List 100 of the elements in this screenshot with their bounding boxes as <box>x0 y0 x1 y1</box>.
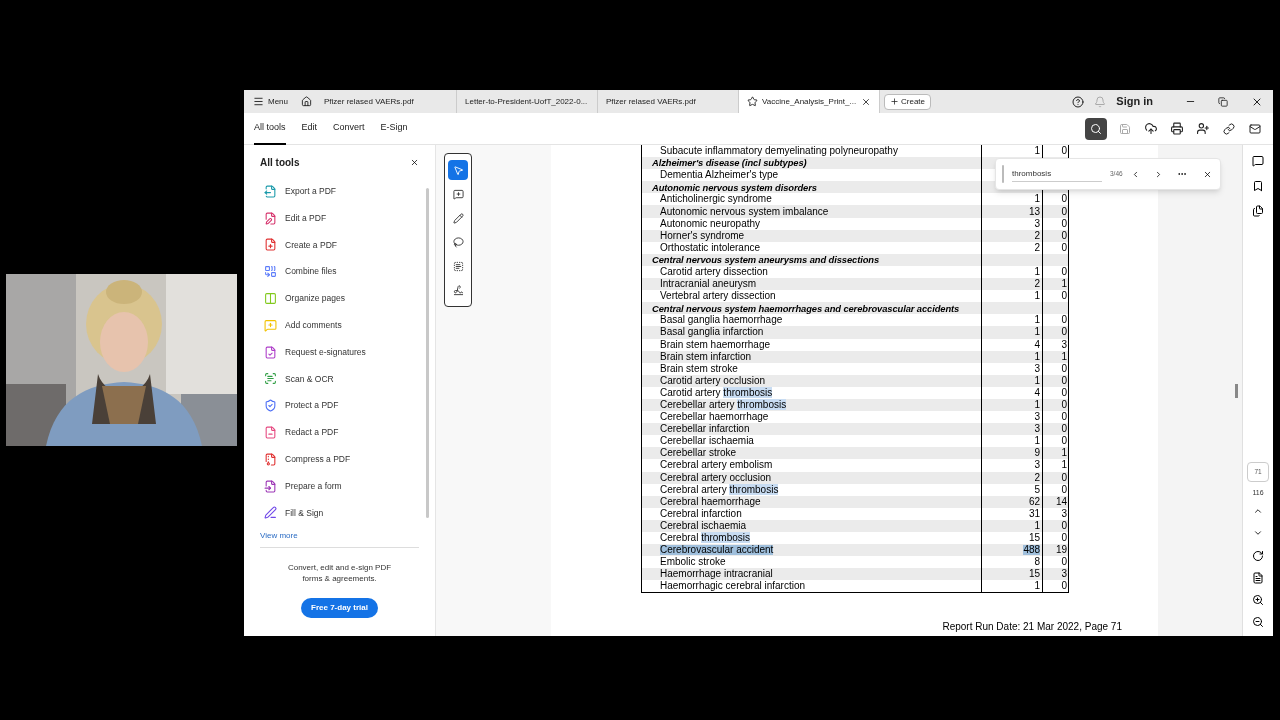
toolbar-tab[interactable]: Convert <box>333 112 365 145</box>
pages-icon[interactable] <box>1252 205 1264 217</box>
table-cell: Autonomic neuropathy <box>660 218 761 229</box>
close-icon[interactable] <box>861 96 871 107</box>
table-cell: 14 <box>1055 496 1067 507</box>
table-cell: Intracranial aneurysm <box>660 279 757 290</box>
tool-item[interactable]: Export a PDF <box>264 178 426 205</box>
star-icon <box>747 96 758 107</box>
table-cell: 0 <box>1061 375 1067 386</box>
table-cell: 1 <box>1034 327 1041 338</box>
page-footer: Report Run Date: 21 Mar 2022, Page 71 <box>942 619 1122 634</box>
table-cell: 0 <box>1061 291 1067 302</box>
tool-item[interactable]: Redact a PDF <box>264 419 426 446</box>
table-cell: 0 <box>1061 412 1067 423</box>
table-cell: Brain stem haemorrhage <box>660 339 771 350</box>
table-cell: Cerebral infarction <box>660 508 742 519</box>
table-cell: Embolic stroke <box>660 557 726 568</box>
toolbar-tab[interactable]: Edit <box>301 112 318 145</box>
table-cell: Subacute inflammatory demyelinating polyneuropathy <box>660 146 898 157</box>
table-cell: 0 <box>1061 230 1067 241</box>
table-cell: 1 <box>1061 460 1067 471</box>
table-cell: 13 <box>1028 206 1041 217</box>
table-cell: 0 <box>1061 363 1067 374</box>
table-cell: Cerebellar infarction <box>660 424 750 435</box>
zoom-in-icon[interactable] <box>1252 594 1264 606</box>
tool-item[interactable]: Compress a PDF <box>264 445 426 473</box>
trial-button[interactable]: Free 7-day trial <box>301 598 378 619</box>
create-file-icon <box>264 238 277 252</box>
search-button[interactable] <box>1085 117 1107 140</box>
tool-item[interactable]: Create a PDF <box>264 231 426 259</box>
toolbar-tab[interactable]: E-Sign <box>380 112 408 145</box>
comment-icon[interactable] <box>1252 155 1264 167</box>
page-icon[interactable] <box>1252 572 1264 584</box>
table-cell: 1 <box>1034 267 1041 277</box>
next-page-icon[interactable] <box>1253 528 1263 538</box>
table-cell: 0 <box>1061 146 1067 157</box>
table-cell: 2 <box>1034 279 1041 290</box>
view-more-link[interactable]: View more <box>260 530 298 543</box>
table-cell: 1 <box>1034 351 1041 362</box>
table-cell: Cerebral artery embolism <box>660 460 773 471</box>
table-cell: 0 <box>1061 315 1067 326</box>
table-cell: Cerebellar stroke <box>660 448 737 459</box>
share-icon[interactable] <box>1195 122 1211 135</box>
tool-item[interactable]: Add comments <box>264 312 426 339</box>
scroll-handle[interactable] <box>1235 383 1238 398</box>
sign-in-button[interactable]: Sign in <box>1116 93 1153 110</box>
print-icon[interactable] <box>1169 122 1185 135</box>
menu-icon <box>253 96 264 107</box>
table-cell: Anticholinergic syndrome <box>660 194 772 205</box>
help-icon[interactable] <box>1072 95 1085 108</box>
table-cell: 3 <box>1034 460 1041 471</box>
table-cell: 9 <box>1034 448 1041 459</box>
close-icon[interactable] <box>410 158 419 167</box>
table-cell: 1 <box>1034 194 1041 205</box>
table-cell: Cerebrovascular accident <box>660 545 774 556</box>
table-cell: 1 <box>1034 315 1041 326</box>
document-tab[interactable]: Vaccine_Analysis_Print_... <box>739 90 880 113</box>
table-cell: 2 <box>1034 242 1041 253</box>
close-icon[interactable] <box>1202 169 1212 179</box>
table-cell: Carotid artery occlusion <box>660 375 766 386</box>
table-cell: Cerebellar ischaemia <box>660 436 754 447</box>
table-cell: 0 <box>1061 424 1067 435</box>
tool-item[interactable]: Fill & Sign <box>264 499 426 527</box>
table-cell: Cerebral ischaemia <box>660 520 747 531</box>
restore-icon[interactable] <box>1218 96 1228 107</box>
table-cell: 0 <box>1061 436 1067 447</box>
table-cell: 0 <box>1061 242 1067 253</box>
group-heading: Autonomic nervous system disorders <box>652 182 817 193</box>
table-cell: 3 <box>1034 424 1041 435</box>
bookmark-icon[interactable] <box>1252 180 1264 192</box>
edit-file-icon <box>264 211 277 225</box>
export-file-icon <box>264 184 277 198</box>
tool-item[interactable]: Protect a PDF <box>264 392 426 420</box>
table-cell: 1 <box>1034 581 1041 592</box>
tool-item[interactable]: Edit a PDF <box>264 204 426 232</box>
find-input[interactable]: thrombosis <box>1012 166 1102 182</box>
home-icon[interactable] <box>301 96 312 107</box>
create-button[interactable]: Create <box>884 93 932 110</box>
plus-icon <box>890 97 899 106</box>
tool-item[interactable]: Request e-signatures <box>264 338 426 366</box>
pencil-icon <box>452 212 464 224</box>
zoom-out-icon[interactable] <box>1252 616 1264 628</box>
comment-icon <box>264 318 277 332</box>
mail-icon[interactable] <box>1247 122 1263 135</box>
table-cell: 19 <box>1055 545 1067 556</box>
annotation-tool[interactable] <box>448 160 468 180</box>
upload-icon[interactable] <box>1143 122 1159 135</box>
link-icon[interactable] <box>1221 122 1237 135</box>
tool-item[interactable]: Prepare a form <box>264 472 426 500</box>
rotate-icon[interactable] <box>1252 550 1264 562</box>
previous-page-icon[interactable] <box>1253 506 1263 516</box>
table-cell: 1 <box>1061 279 1067 290</box>
table-cell: 0 <box>1061 400 1067 410</box>
tool-item[interactable]: Scan & OCR <box>264 365 426 393</box>
table-cell: 0 <box>1061 557 1067 568</box>
tool-item[interactable]: Combine files <box>264 258 426 286</box>
table-cell: 1 <box>1034 400 1041 410</box>
tool-item[interactable]: Organize pages <box>264 285 426 312</box>
table-cell: 1 <box>1034 375 1041 386</box>
menu-button[interactable]: Menu <box>244 90 297 113</box>
